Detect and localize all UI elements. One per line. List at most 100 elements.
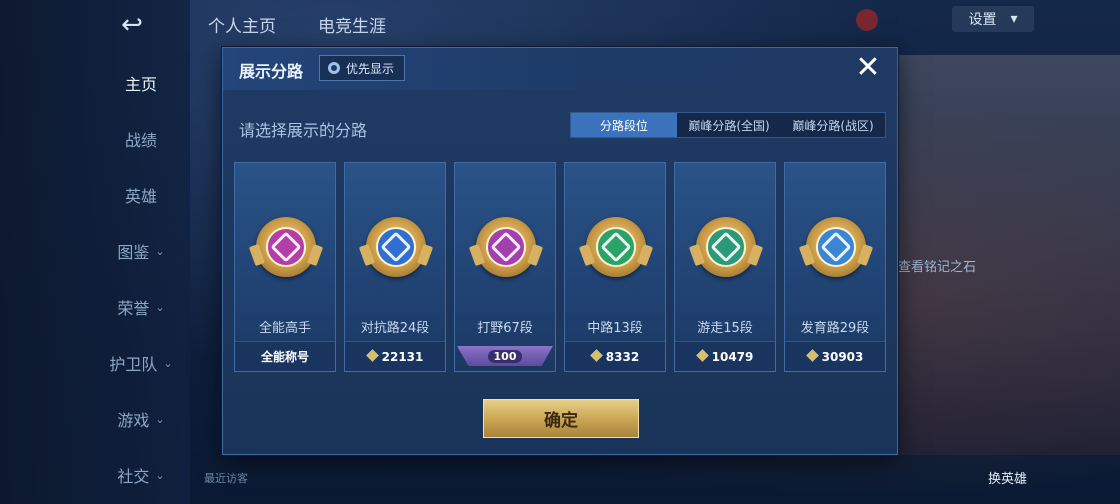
card-label: 发育路29段: [800, 321, 870, 336]
nav-item-label: 社交: [117, 467, 150, 486]
level-badge: 100: [455, 341, 555, 371]
points-icon: [367, 351, 378, 362]
nav-item-label: 战绩: [124, 131, 157, 150]
priority-display-button[interactable]: 优先显示: [319, 55, 406, 81]
emblem-glyph: [490, 231, 522, 263]
swap-hero-button[interactable]: 换英雄: [988, 468, 1027, 487]
badge-icon: [856, 9, 878, 31]
card-label: 中路13段: [587, 321, 643, 336]
level-ribbon: 100: [457, 346, 553, 366]
nav-item-label: 图鉴: [117, 243, 150, 262]
memory-stone-hint[interactable]: 查看铭记之石: [898, 256, 976, 275]
clash-lane-emblem-icon: [358, 217, 434, 277]
chevron-down-icon: ⌄: [155, 468, 165, 482]
footer-title: 全能称号: [260, 350, 309, 364]
top-tabs: 个人主页 电竞生涯: [208, 12, 386, 37]
lane-card-roam[interactable]: 游走15段 10479: [674, 162, 776, 372]
emblem-glyph: [270, 231, 302, 263]
emblem-glyph: [820, 231, 852, 263]
emblem-inner: [816, 227, 856, 267]
modal-title: 展示分路: [239, 62, 304, 81]
level-number: 100: [487, 349, 523, 363]
nav-item-label: 主页: [124, 75, 157, 94]
jungle-emblem-icon: [468, 217, 544, 277]
footer-points: 10479: [711, 349, 754, 364]
lane-card-clash[interactable]: 对抗路24段 22131: [344, 162, 446, 372]
lane-card-list: 全能高手 全能称号 对抗路24段 22131 打野67段 100 中路13段 8…: [234, 162, 886, 372]
footer-points: 22131: [381, 349, 424, 364]
nav-item-records[interactable]: 战绩: [96, 124, 186, 154]
lane-card-farm[interactable]: 发育路29段 30903: [784, 162, 886, 372]
emblem-inner: [596, 227, 636, 267]
nav-item-honors[interactable]: 荣誉 ⌄: [96, 292, 186, 322]
confirm-button[interactable]: 确定: [483, 399, 639, 438]
footer-points: 8332: [605, 349, 640, 364]
recent-visitors-label: 最近访客: [204, 472, 248, 485]
roam-emblem-icon: [688, 217, 764, 277]
card-label: 打野67段: [477, 321, 533, 336]
wing-left: [688, 243, 706, 267]
chevron-down-icon: ⌄: [155, 244, 165, 258]
nav-item-heroes[interactable]: 英雄: [96, 180, 186, 210]
settings-button[interactable]: 设置 ▾: [952, 6, 1034, 32]
mid-lane-emblem-icon: [578, 217, 654, 277]
points-icon: [591, 351, 602, 362]
lane-card-mid[interactable]: 中路13段 8332: [564, 162, 666, 372]
chevron-down-icon: ⌄: [155, 412, 165, 426]
nav-item-label: 游戏: [117, 411, 150, 430]
emblem-inner: [266, 227, 306, 267]
hero-portrait-area: [898, 55, 1120, 455]
card-label: 对抗路24段: [360, 321, 430, 336]
emblem-glyph: [600, 231, 632, 263]
tab-peak-national[interactable]: 巅峰分路(全国): [677, 113, 781, 137]
nav-item-label: 护卫队: [109, 355, 158, 374]
card-footer: 8332: [565, 341, 665, 371]
chevron-down-icon: ⌄: [163, 356, 173, 370]
modal-subtitle: 请选择展示的分路: [239, 121, 368, 140]
card-footer: 22131: [345, 341, 445, 371]
nav-item-label: 英雄: [124, 187, 157, 206]
nav-item-guard[interactable]: 护卫队 ⌄: [96, 348, 186, 378]
tab-esports[interactable]: 电竞生涯: [318, 12, 386, 37]
wing-right: [526, 243, 544, 267]
wing-right: [416, 243, 434, 267]
chevron-down-icon: ▾: [1010, 11, 1018, 27]
card-label: 全能高手: [258, 321, 311, 336]
emblem-inner: [706, 227, 746, 267]
nav-item-codex[interactable]: 图鉴 ⌄: [96, 236, 186, 266]
wing-right: [856, 243, 874, 267]
close-icon[interactable]: ✕: [851, 53, 885, 84]
wing-left: [248, 243, 266, 267]
chevron-down-icon: ⌄: [155, 300, 165, 314]
wing-left: [578, 243, 596, 267]
left-navigation: ↩ 主页 战绩 英雄 图鉴 ⌄ 荣誉 ⌄ 护卫队 ⌄ 游戏 ⌄ 社交 ⌄: [0, 0, 190, 504]
top-badge[interactable]: [856, 6, 942, 34]
wing-left: [358, 243, 376, 267]
card-label: 游走15段: [697, 321, 753, 336]
lane-card-jungle[interactable]: 打野67段 100: [454, 162, 556, 372]
emblem-inner: [376, 227, 416, 267]
wing-right: [306, 243, 324, 267]
allround-emblem-icon: [248, 217, 324, 277]
lane-tab-group: 分路段位 巅峰分路(全国) 巅峰分路(战区): [570, 112, 886, 138]
modal-header: 展示分路 优先显示 ✕: [223, 48, 899, 90]
gear-icon: [328, 62, 340, 74]
points-icon: [697, 351, 708, 362]
emblem-glyph: [710, 231, 742, 263]
tab-peak-region[interactable]: 巅峰分路(战区): [781, 113, 885, 137]
card-footer: 10479: [675, 341, 775, 371]
tab-profile[interactable]: 个人主页: [208, 12, 276, 37]
card-footer: 30903: [785, 341, 885, 371]
wing-left: [468, 243, 486, 267]
lane-display-modal: 展示分路 优先显示 ✕ 请选择展示的分路 分路段位 巅峰分路(全国) 巅峰分路(…: [222, 47, 899, 455]
back-arrow-icon[interactable]: ↩: [108, 12, 156, 38]
wing-left: [798, 243, 816, 267]
footer-points: 30903: [821, 349, 864, 364]
lane-card-allround[interactable]: 全能高手 全能称号: [234, 162, 336, 372]
card-footer: 全能称号: [235, 341, 335, 371]
nav-item-home[interactable]: 主页: [96, 68, 186, 98]
tab-lane-rank[interactable]: 分路段位: [571, 113, 677, 137]
nav-item-label: 荣誉: [117, 299, 150, 318]
nav-item-game[interactable]: 游戏 ⌄: [96, 404, 186, 434]
nav-item-social[interactable]: 社交 ⌄: [96, 460, 186, 490]
